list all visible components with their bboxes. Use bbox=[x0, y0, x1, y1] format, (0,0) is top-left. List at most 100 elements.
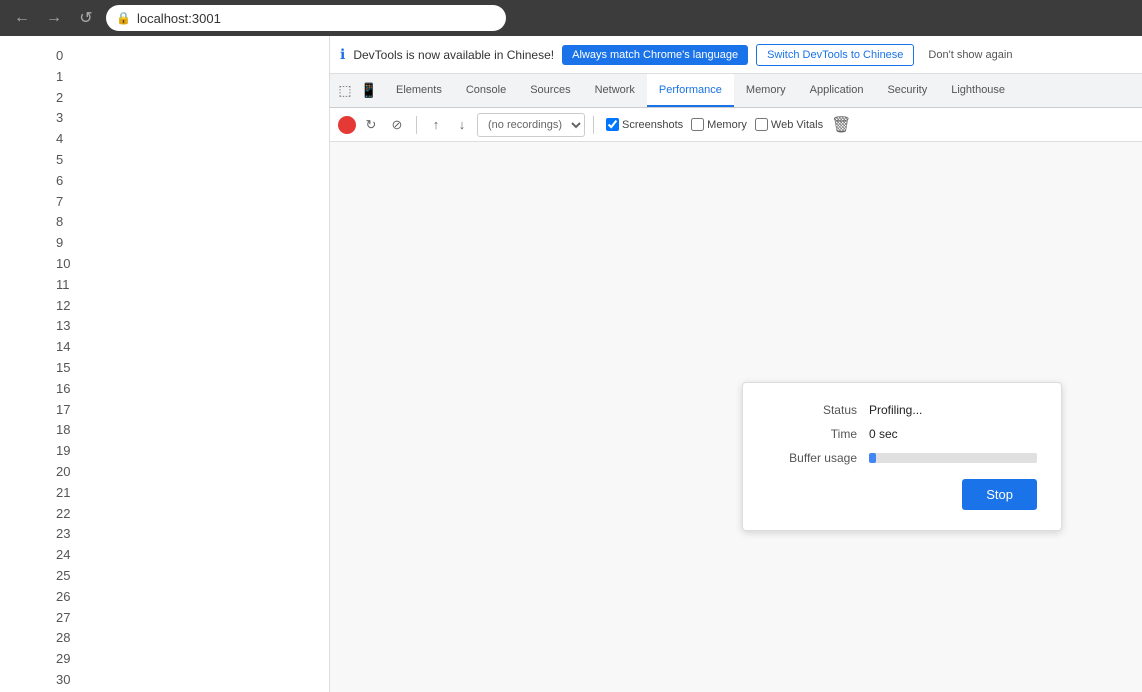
list-number: 8 bbox=[56, 212, 63, 233]
screenshots-label[interactable]: Screenshots bbox=[622, 119, 683, 131]
lang-message: DevTools is now available in Chinese! bbox=[353, 48, 554, 62]
list-number: 19 bbox=[56, 441, 70, 462]
list-item: 23 bbox=[40, 524, 309, 545]
record-button[interactable] bbox=[338, 116, 356, 134]
url-text: localhost:3001 bbox=[137, 11, 221, 26]
list-item: 18 bbox=[40, 420, 309, 441]
list-number: 26 bbox=[56, 587, 70, 608]
web-vitals-checkbox[interactable] bbox=[755, 118, 768, 131]
list-item: 4 bbox=[40, 129, 309, 150]
toolbar-separator-2 bbox=[593, 116, 594, 134]
devtools-panel: ℹ DevTools is now available in Chinese! … bbox=[330, 36, 1142, 692]
devtools-tab-icons: ⬚ 📱 bbox=[334, 80, 380, 102]
list-item: 7 bbox=[40, 192, 309, 213]
time-row: Time 0 sec bbox=[767, 427, 1037, 441]
list-number: 4 bbox=[56, 129, 63, 150]
list-number: 24 bbox=[56, 545, 70, 566]
list-item: 5 bbox=[40, 150, 309, 171]
list-number: 11 bbox=[56, 275, 70, 296]
list-item: 9 bbox=[40, 233, 309, 254]
time-label: Time bbox=[767, 427, 857, 441]
list-number: 29 bbox=[56, 649, 70, 670]
devtools-tab-network[interactable]: Network bbox=[583, 74, 647, 107]
web-vitals-label[interactable]: Web Vitals bbox=[771, 119, 823, 131]
status-row: Status Profiling... bbox=[767, 403, 1037, 417]
upload-button[interactable]: ↑ bbox=[425, 114, 447, 136]
download-button[interactable]: ↓ bbox=[451, 114, 473, 136]
list-item: 16 bbox=[40, 379, 309, 400]
stop-button[interactable]: Stop bbox=[962, 479, 1037, 510]
list-number: 3 bbox=[56, 108, 63, 129]
devtools-tab-elements[interactable]: Elements bbox=[384, 74, 454, 107]
devtools-tab-application[interactable]: Application bbox=[798, 74, 876, 107]
dont-show-again-button[interactable]: Don't show again bbox=[922, 45, 1018, 65]
memory-label[interactable]: Memory bbox=[707, 119, 747, 131]
profiling-status-popup: Status Profiling... Time 0 sec Buffer us… bbox=[742, 382, 1062, 531]
recordings-select[interactable]: (no recordings) bbox=[477, 113, 585, 137]
reload-button[interactable]: ↺ bbox=[74, 6, 98, 30]
always-match-language-button[interactable]: Always match Chrome's language bbox=[562, 45, 748, 65]
list-item: 24 bbox=[40, 545, 309, 566]
list-item: 8 bbox=[40, 212, 309, 233]
web-vitals-checkbox-group: Web Vitals bbox=[755, 118, 823, 131]
list-number: 10 bbox=[56, 254, 70, 275]
buffer-bar-fill bbox=[869, 453, 876, 463]
popup-footer: Stop bbox=[767, 479, 1037, 510]
list-item: 13 bbox=[40, 316, 309, 337]
list-item: 0 bbox=[40, 46, 309, 67]
list-number: 13 bbox=[56, 316, 70, 337]
list-number: 0 bbox=[56, 46, 63, 67]
list-item: 17 bbox=[40, 400, 309, 421]
buffer-bar bbox=[869, 453, 1037, 463]
list-item: 22 bbox=[40, 504, 309, 525]
info-icon: ℹ bbox=[340, 46, 345, 63]
devtools-tab-console[interactable]: Console bbox=[454, 74, 518, 107]
inspect-element-icon[interactable]: ⬚ bbox=[334, 80, 356, 102]
devtools-tab-lighthouse[interactable]: Lighthouse bbox=[939, 74, 1017, 107]
list-number: 16 bbox=[56, 379, 70, 400]
devtools-tab-sources[interactable]: Sources bbox=[518, 74, 582, 107]
list-number: 6 bbox=[56, 171, 63, 192]
device-toolbar-icon[interactable]: 📱 bbox=[358, 80, 380, 102]
list-number: 1 bbox=[56, 67, 63, 88]
clear-button[interactable]: ⊘ bbox=[386, 114, 408, 136]
delete-recording-button[interactable]: 🗑 bbox=[827, 113, 855, 137]
buffer-label: Buffer usage bbox=[767, 451, 857, 465]
list-item: 20 bbox=[40, 462, 309, 483]
list-item: 21 bbox=[40, 483, 309, 504]
list-number: 21 bbox=[56, 483, 70, 504]
memory-checkbox[interactable] bbox=[691, 118, 704, 131]
list-item: 11 bbox=[40, 275, 309, 296]
list-item: 1 bbox=[40, 67, 309, 88]
list-number: 23 bbox=[56, 524, 70, 545]
list-item: 26 bbox=[40, 587, 309, 608]
list-number: 30 bbox=[56, 670, 70, 691]
list-item: 15 bbox=[40, 358, 309, 379]
list-item: 6 bbox=[40, 171, 309, 192]
list-item: 29 bbox=[40, 649, 309, 670]
forward-button[interactable]: → bbox=[42, 6, 66, 30]
devtools-tab-performance[interactable]: Performance bbox=[647, 74, 734, 107]
list-item: 19 bbox=[40, 441, 309, 462]
list-item: 30 bbox=[40, 670, 309, 691]
address-bar[interactable]: 🔒 localhost:3001 bbox=[106, 5, 506, 31]
back-button[interactable]: ← bbox=[10, 6, 34, 30]
devtools-tab-memory[interactable]: Memory bbox=[734, 74, 798, 107]
screenshots-checkbox-group: Screenshots bbox=[606, 118, 683, 131]
list-number: 2 bbox=[56, 88, 63, 109]
reload-and-record-button[interactable]: ↻ bbox=[360, 114, 382, 136]
page-list: 0123456789101112131415161718192021222324… bbox=[20, 46, 309, 692]
lock-icon: 🔒 bbox=[116, 11, 131, 25]
list-number: 5 bbox=[56, 150, 63, 171]
list-number: 15 bbox=[56, 358, 70, 379]
list-number: 25 bbox=[56, 566, 70, 587]
devtools-tab-security[interactable]: Security bbox=[875, 74, 939, 107]
lang-notification-bar: ℹ DevTools is now available in Chinese! … bbox=[330, 36, 1142, 74]
screenshots-checkbox[interactable] bbox=[606, 118, 619, 131]
list-number: 12 bbox=[56, 296, 70, 317]
list-number: 9 bbox=[56, 233, 63, 254]
status-value: Profiling... bbox=[869, 403, 922, 417]
time-value: 0 sec bbox=[869, 427, 898, 441]
switch-to-chinese-button[interactable]: Switch DevTools to Chinese bbox=[756, 44, 914, 66]
list-number: 17 bbox=[56, 400, 70, 421]
